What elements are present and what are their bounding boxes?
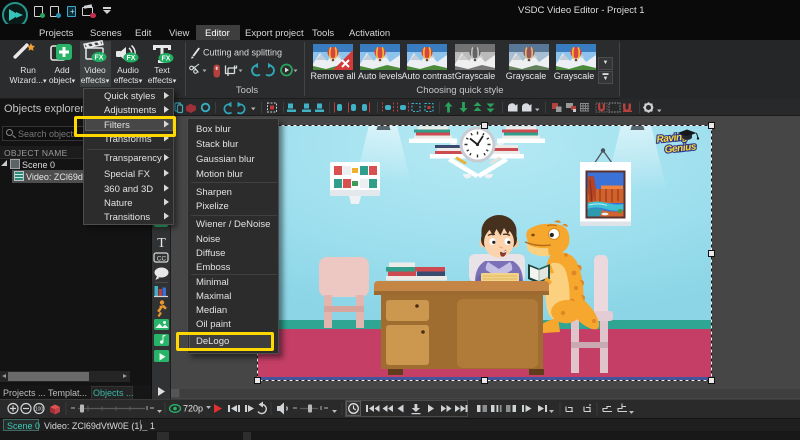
svg-text:100: 100 xyxy=(35,407,44,413)
svg-text:CC: CC xyxy=(157,256,167,263)
svg-text:720p: 720p xyxy=(183,404,203,414)
svg-text:T: T xyxy=(157,236,166,251)
svg-text:Tools: Tools xyxy=(236,85,258,96)
svg-text:FX: FX xyxy=(127,55,136,62)
svg-text:Cutting and splitting: Cutting and splitting xyxy=(203,48,282,58)
svg-text:Choosing quick style: Choosing quick style xyxy=(416,85,503,96)
svg-text:FX: FX xyxy=(162,56,171,63)
svg-text:FX: FX xyxy=(95,55,104,62)
